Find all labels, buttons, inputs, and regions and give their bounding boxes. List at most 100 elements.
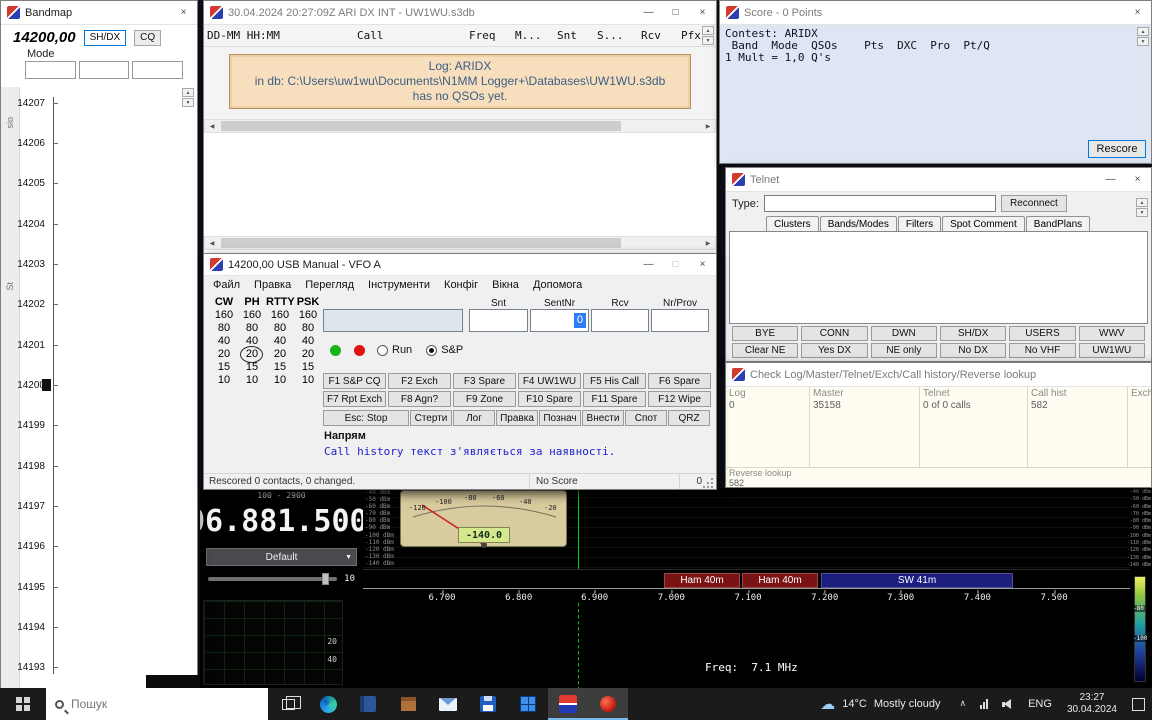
bandmap-frequency-row[interactable]: 14205: [1, 178, 197, 190]
pinned-app-button-4[interactable]: [508, 688, 548, 720]
function-key-button[interactable]: F9 Zone: [453, 391, 516, 407]
bandmap-frequency-row[interactable]: 14198: [1, 460, 197, 472]
taskbar-clock[interactable]: 23:27 30.04.2024: [1059, 688, 1125, 720]
menu-item[interactable]: Файл: [206, 279, 247, 291]
telnet-command-button[interactable]: CONN: [801, 326, 867, 341]
intensity-colorbar[interactable]: -80 -100: [1134, 576, 1146, 682]
entry-action-button[interactable]: Esc: Stop: [323, 410, 409, 426]
scrollbar-track[interactable]: [219, 237, 701, 249]
band-cell[interactable]: 20: [266, 348, 294, 360]
band-cell[interactable]: 40: [210, 335, 238, 347]
bandmap-titlebar[interactable]: Bandmap ×: [1, 1, 197, 25]
telnet-command-button[interactable]: Yes DX: [801, 343, 867, 358]
band-cell[interactable]: 15: [210, 361, 238, 373]
rescore-button[interactable]: Rescore: [1088, 140, 1146, 158]
pinned-app-button-1[interactable]: [348, 688, 388, 720]
band-cell[interactable]: 40: [238, 335, 266, 347]
shdx-button[interactable]: SH/DX: [84, 30, 127, 46]
band-segment[interactable]: SW 41m: [821, 573, 1013, 588]
band-cell[interactable]: 40: [266, 335, 294, 347]
band-cell[interactable]: 80: [294, 322, 322, 334]
score-titlebar[interactable]: Score - 0 Points ×: [720, 1, 1151, 25]
bandmap-frequency-row[interactable]: 14207: [1, 97, 197, 109]
callsign-field[interactable]: [323, 309, 463, 332]
close-icon[interactable]: ×: [689, 254, 716, 275]
telnet-command-input[interactable]: [764, 195, 996, 212]
telnet-command-button[interactable]: No VHF: [1009, 343, 1075, 358]
bandmap-spinner[interactable]: ▲▼: [182, 88, 194, 107]
mode-input[interactable]: [132, 61, 183, 79]
check-pane[interactable]: Exch: [1128, 387, 1151, 467]
entry-action-button[interactable]: Лог: [453, 410, 495, 426]
telnet-titlebar[interactable]: Telnet — ×: [726, 168, 1151, 192]
band-cell[interactable]: 160: [210, 309, 238, 321]
telnet-command-button[interactable]: WWV: [1079, 326, 1145, 341]
mode-input[interactable]: [25, 61, 76, 79]
telnet-command-button[interactable]: Clear NE: [732, 343, 798, 358]
band-cell[interactable]: 80: [266, 322, 294, 334]
function-key-button[interactable]: F6 Spare: [648, 373, 711, 389]
minimize-icon[interactable]: —: [635, 254, 662, 275]
close-icon[interactable]: ×: [1124, 1, 1151, 24]
telnet-command-button[interactable]: BYE: [732, 326, 798, 341]
scroll-right-icon[interactable]: ▶: [701, 120, 715, 132]
scroll-right-icon[interactable]: ▶: [701, 237, 715, 249]
bandmap-frequency-row[interactable]: 14200: [1, 379, 197, 391]
function-key-button[interactable]: F2 Exch: [388, 373, 451, 389]
entry-titlebar[interactable]: 14200,00 USB Manual - VFO A — □ ×: [204, 254, 716, 276]
entry-action-button[interactable]: Спот: [625, 410, 667, 426]
spectrum-display[interactable]: -40 dBm-50 dBm-60 dBm-70 dBm-80 dBm-90 d…: [363, 488, 1130, 570]
telnet-command-button[interactable]: USERS: [1009, 326, 1075, 341]
nrprov-field[interactable]: [651, 309, 709, 332]
log-horizontal-scrollbar-2[interactable]: ◀ ▶: [204, 236, 716, 250]
maximize-icon[interactable]: □: [662, 254, 689, 275]
telnet-tab[interactable]: Clusters: [766, 216, 819, 231]
entry-action-button[interactable]: Внести: [582, 410, 624, 426]
log-titlebar[interactable]: 30.04.2024 20:27:09Z ARI DX INT - UW1WU.…: [204, 1, 716, 25]
minimize-icon[interactable]: —: [1097, 168, 1124, 191]
resize-grip[interactable]: [704, 479, 714, 489]
menu-item[interactable]: Правка: [247, 279, 298, 291]
close-icon[interactable]: ×: [1124, 168, 1151, 191]
log-column-header[interactable]: Snt: [554, 29, 594, 42]
waterfall[interactable]: Freq: 7.1 MHz: [363, 603, 1130, 688]
mode-input[interactable]: [79, 61, 130, 79]
log-spinner[interactable]: ▲▼: [702, 26, 714, 45]
menu-item[interactable]: Вікна: [485, 279, 526, 291]
band-cell[interactable]: 160: [266, 309, 294, 321]
menu-item[interactable]: Інструменти: [361, 279, 437, 291]
band-cell[interactable]: 10: [238, 374, 266, 386]
weather-widget[interactable]: ☁ 14°C Mostly cloudy: [808, 688, 952, 720]
telnet-command-button[interactable]: No DX: [940, 343, 1006, 358]
log-horizontal-scrollbar[interactable]: ◀ ▶: [204, 119, 716, 133]
bandmap-frequency-row[interactable]: 14195: [1, 581, 197, 593]
check-pane[interactable]: Call hist 582: [1028, 387, 1128, 467]
scroll-left-icon[interactable]: ◀: [205, 237, 219, 249]
telnet-command-button[interactable]: DWN: [871, 326, 937, 341]
slider-track[interactable]: [208, 577, 337, 581]
band-cell[interactable]: 15: [294, 361, 322, 373]
run-radio[interactable]: Run: [377, 344, 412, 356]
entry-action-button[interactable]: Правка: [496, 410, 538, 426]
telnet-tab[interactable]: Spot Comment: [942, 216, 1025, 231]
band-cell[interactable]: 160: [294, 309, 322, 321]
gain-slider[interactable]: 10: [208, 574, 355, 584]
n1mm-taskbar-button[interactable]: [548, 688, 588, 720]
telnet-command-button[interactable]: UW1WU: [1079, 343, 1145, 358]
band-cell[interactable]: 15: [266, 361, 294, 373]
band-cell[interactable]: 10: [294, 374, 322, 386]
snt-field[interactable]: [469, 309, 528, 332]
task-view-button[interactable]: [268, 688, 308, 720]
function-key-button[interactable]: F4 UW1WU: [518, 373, 581, 389]
close-icon[interactable]: ×: [170, 1, 197, 24]
entry-action-button[interactable]: QRZ: [668, 410, 710, 426]
check-titlebar[interactable]: Check Log/Master/Telnet/Exch/Call histor…: [726, 363, 1151, 387]
band-cell[interactable]: 80: [238, 322, 266, 334]
pinned-app-button-3[interactable]: [468, 688, 508, 720]
entry-action-button[interactable]: Стерти: [410, 410, 452, 426]
mail-button[interactable]: [428, 688, 468, 720]
maximize-icon[interactable]: □: [662, 1, 689, 24]
band-cell[interactable]: 160: [238, 309, 266, 321]
scrollbar-thumb[interactable]: [221, 121, 621, 131]
telnet-output-area[interactable]: [729, 231, 1148, 324]
